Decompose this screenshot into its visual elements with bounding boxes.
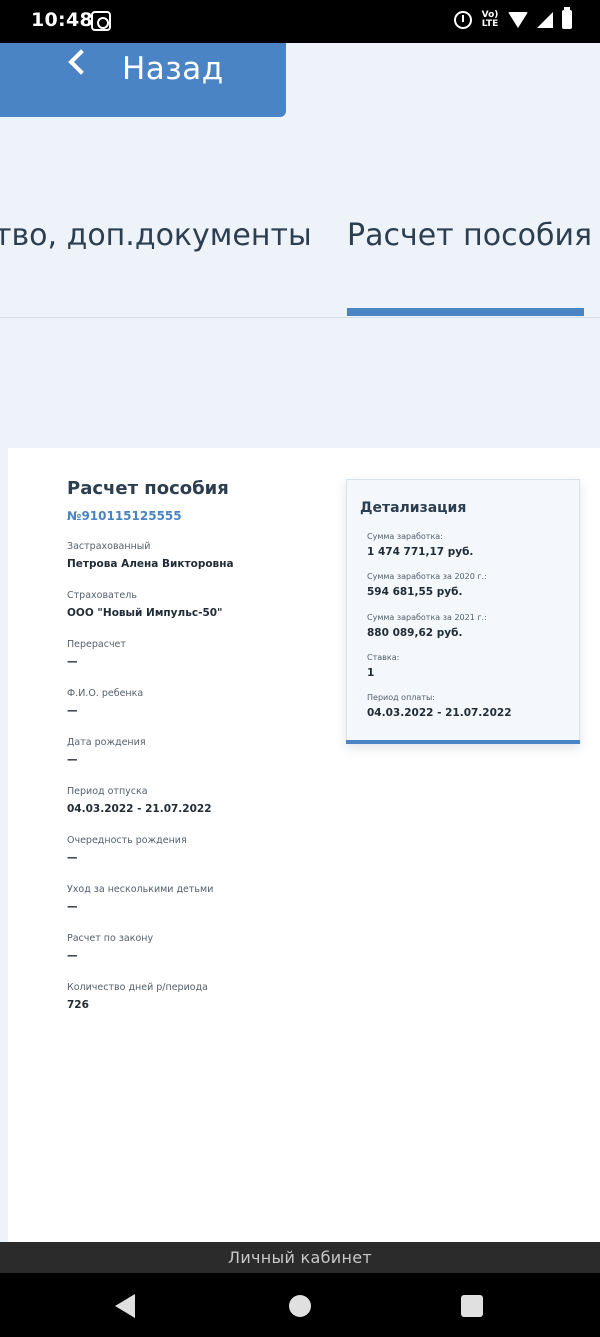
detail-value: 594 681,55 руб. bbox=[367, 586, 463, 598]
field-leave-period: Период отпуска 04.03.2022 - 21.07.2022 bbox=[67, 786, 327, 815]
app-title-bar: Личный кабинет bbox=[0, 1242, 600, 1273]
field-value: ООО "Новый Импульс-50" bbox=[67, 607, 223, 619]
field-recalculation: Перерасчет — bbox=[67, 639, 327, 668]
alarm-icon bbox=[454, 10, 472, 29]
field-birth-order: Очередность рождения — bbox=[67, 835, 327, 864]
field-label: Расчет по закону bbox=[67, 933, 154, 944]
detail-label: Сумма заработка: bbox=[367, 532, 443, 541]
document-number: №910115125555 bbox=[67, 509, 182, 523]
page-title: Расчет пособия bbox=[67, 478, 229, 499]
content-panel: Расчет пособия №910115125555 Застрахован… bbox=[8, 448, 600, 1242]
status-icons: Vo) LTE bbox=[454, 7, 572, 29]
active-tab-indicator bbox=[347, 308, 584, 316]
navigation-bar bbox=[0, 1273, 600, 1337]
detail-value: 880 089,62 руб. bbox=[367, 627, 463, 639]
details-title: Детализация bbox=[360, 500, 467, 516]
field-period-days: Количество дней р/периода 726 bbox=[67, 982, 327, 1011]
field-child-name: Ф.И.О. ребенка — bbox=[67, 688, 327, 717]
field-label: Уход за несколькими детьми bbox=[67, 884, 214, 895]
field-label: Очередность рождения bbox=[67, 835, 187, 846]
field-value: — bbox=[67, 901, 78, 913]
battery-icon bbox=[562, 7, 572, 29]
wifi-icon bbox=[508, 11, 528, 28]
field-calculation-by-law: Расчет по закону — bbox=[67, 933, 327, 962]
field-value: Петрова Алена Викторовна bbox=[67, 558, 234, 570]
field-insured: Застрахованный Петрова Алена Викторовна bbox=[67, 541, 327, 570]
field-value: 04.03.2022 - 21.07.2022 bbox=[67, 803, 212, 815]
status-time: 10:48 bbox=[31, 9, 93, 31]
detail-value: 04.03.2022 - 21.07.2022 bbox=[367, 707, 512, 719]
field-label: Ф.И.О. ребенка bbox=[67, 688, 144, 699]
field-birth-date: Дата рождения — bbox=[67, 737, 327, 766]
tab-documents[interactable]: тво, доп.документы bbox=[0, 218, 312, 253]
volte-icon: Vo) LTE bbox=[481, 9, 499, 29]
nav-home-icon[interactable] bbox=[289, 1295, 311, 1317]
field-value: 726 bbox=[67, 999, 89, 1011]
field-label: Дата рождения bbox=[67, 737, 146, 748]
app-title: Личный кабинет bbox=[227, 1248, 373, 1267]
tab-benefit-calculation[interactable]: Расчет пособия bbox=[347, 218, 592, 253]
detail-earnings-total: Сумма заработка: 1 474 771,17 руб. bbox=[367, 532, 473, 558]
back-label: Назад bbox=[122, 51, 224, 87]
detail-payment-period: Период оплаты: 04.03.2022 - 21.07.2022 bbox=[367, 693, 512, 719]
nav-back-icon[interactable] bbox=[115, 1294, 135, 1318]
detail-earnings-2021: Сумма заработка за 2021 г.: 880 089,62 р… bbox=[367, 613, 487, 639]
signal-icon bbox=[537, 11, 553, 28]
nav-recent-apps-icon[interactable] bbox=[461, 1295, 483, 1317]
details-card: Детализация Сумма заработка: 1 474 771,1… bbox=[346, 479, 580, 744]
field-value: — bbox=[67, 950, 78, 962]
detail-label: Сумма заработка за 2021 г.: bbox=[367, 613, 487, 622]
detail-label: Период оплаты: bbox=[367, 693, 435, 702]
detail-label: Ставка: bbox=[367, 653, 400, 662]
field-value: — bbox=[67, 852, 78, 864]
field-label: Застрахованный bbox=[67, 541, 151, 552]
field-label: Количество дней р/периода bbox=[67, 982, 208, 993]
detail-earnings-2020: Сумма заработка за 2020 г.: 594 681,55 р… bbox=[367, 572, 487, 598]
field-multiple-children-care: Уход за несколькими детьми — bbox=[67, 884, 327, 913]
field-value: — bbox=[67, 656, 78, 668]
detail-label: Сумма заработка за 2020 г.: bbox=[367, 572, 487, 581]
field-label: Страхователь bbox=[67, 590, 137, 601]
status-bar: 10:48 Vo) LTE bbox=[0, 0, 600, 43]
field-label: Перерасчет bbox=[67, 639, 126, 650]
detail-value: 1 bbox=[367, 667, 375, 679]
field-insurer: Страхователь ООО "Новый Импульс-50" bbox=[67, 590, 327, 619]
back-button[interactable]: Назад bbox=[0, 43, 286, 117]
app-notification-icon bbox=[91, 11, 111, 31]
field-label: Период отпуска bbox=[67, 786, 148, 797]
detail-value: 1 474 771,17 руб. bbox=[367, 546, 474, 558]
chevron-left-icon bbox=[68, 49, 94, 75]
detail-rate: Ставка: 1 bbox=[367, 653, 399, 679]
tabs-bar: тво, доп.документы Расчет пособия bbox=[0, 190, 600, 318]
field-value: — bbox=[67, 754, 78, 766]
field-value: — bbox=[67, 705, 78, 717]
